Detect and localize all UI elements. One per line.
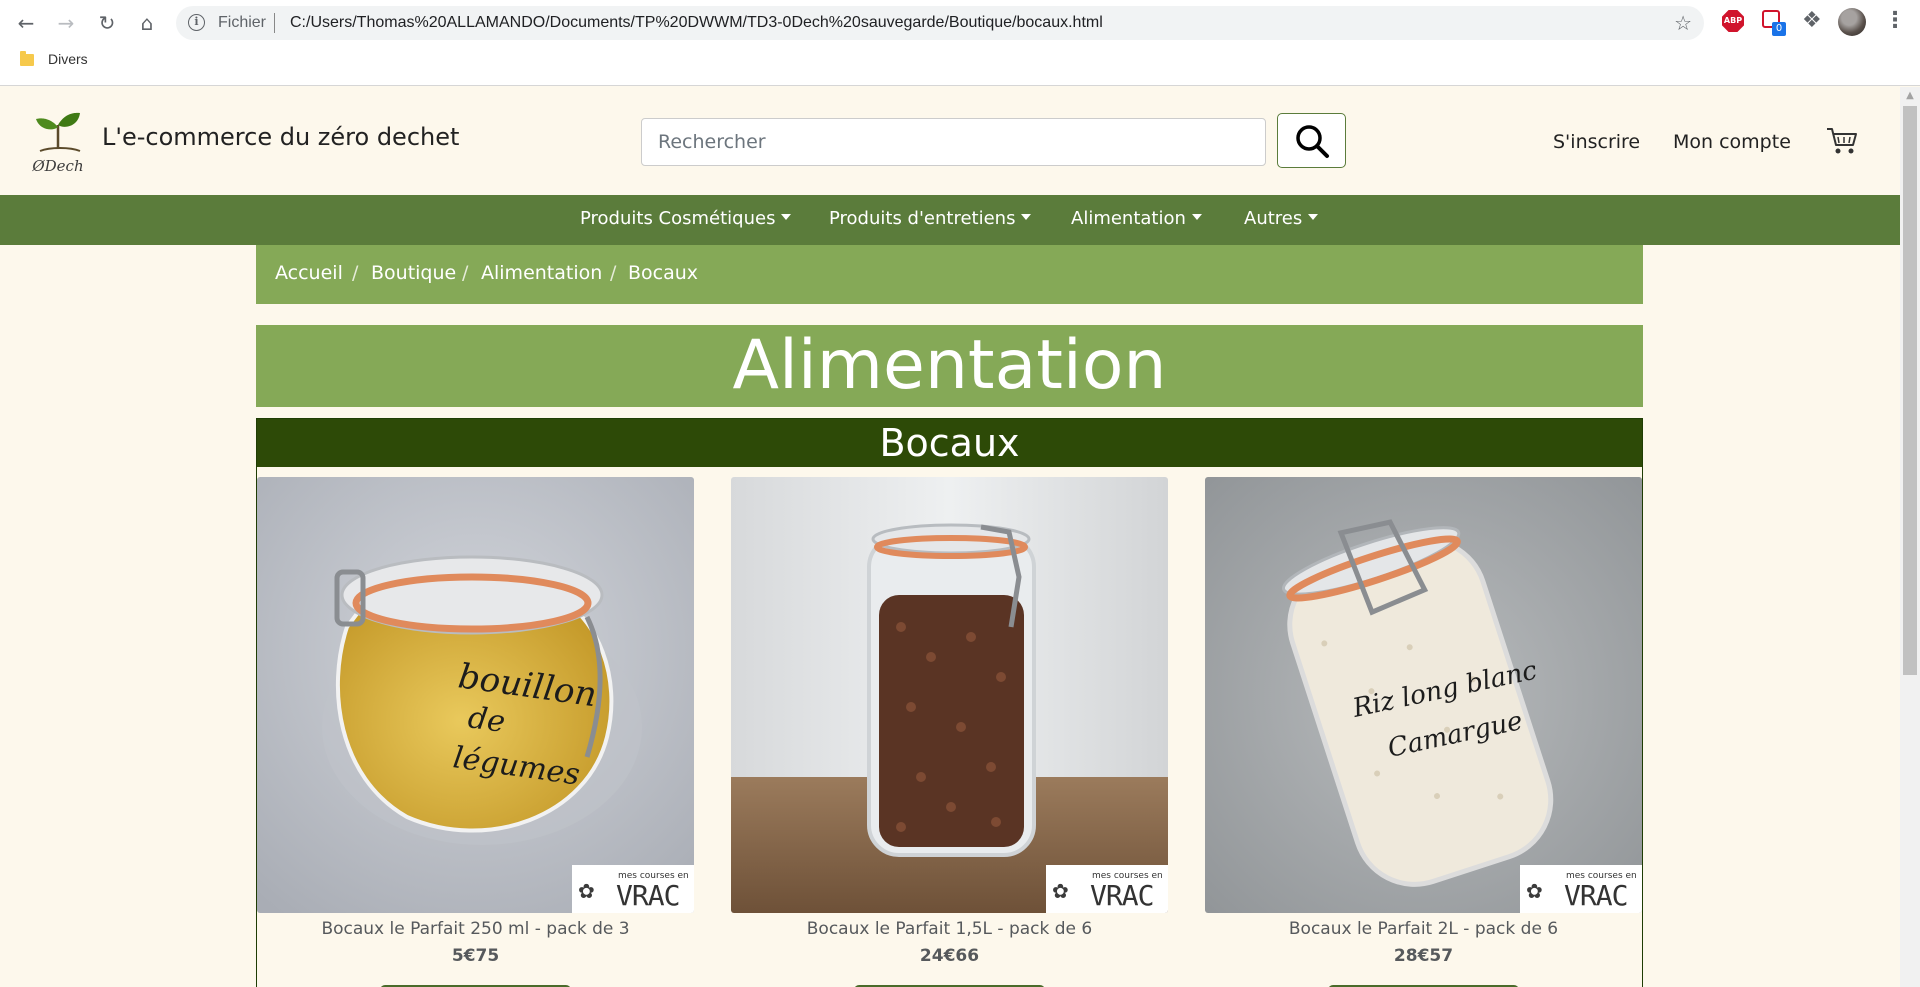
breadcrumb: Accueil / Boutique / Alimentation / Boca… (256, 245, 1643, 304)
profile-avatar[interactable] (1838, 8, 1866, 36)
home-icon[interactable]: ⌂ (133, 9, 161, 37)
browser-toolbar: ← → ↻ ⌂ i Fichier C:/Users/Thomas%20ALLA… (0, 0, 1920, 86)
menu-kebab-icon[interactable]: ⋮ (1884, 8, 1906, 33)
leaf-icon: ✿ (578, 879, 595, 903)
search-button[interactable] (1277, 113, 1346, 168)
main-nav: Produits Cosmétiques Produits d'entretie… (0, 195, 1900, 245)
product-name[interactable]: Bocaux le Parfait 2L - pack de 6 (1205, 919, 1642, 939)
chevron-down-icon (781, 214, 792, 220)
breadcrumb-accueil[interactable]: Accueil (275, 262, 343, 284)
extension-badge: 0 (1772, 22, 1786, 36)
breadcrumb-separator: / (352, 262, 359, 284)
site-title[interactable]: L'e-commerce du zéro dechet (102, 123, 459, 151)
nav-autres[interactable]: Autres (1244, 208, 1319, 229)
breadcrumb-separator: / (610, 262, 617, 284)
product-name[interactable]: Bocaux le Parfait 1,5L - pack de 6 (731, 919, 1168, 939)
cart-icon[interactable] (1825, 125, 1859, 157)
svg-text:de: de (466, 700, 507, 740)
scroll-up-icon[interactable]: ▲ (1900, 87, 1920, 105)
breadcrumb-bocaux: Bocaux (628, 262, 699, 284)
search-icon (1296, 125, 1329, 158)
product-price: 28€57 (1393, 946, 1454, 966)
adblock-extension-icon[interactable]: ABP (1722, 10, 1744, 32)
reload-icon[interactable]: ↻ (93, 9, 121, 37)
address-bar[interactable]: i Fichier C:/Users/Thomas%20ALLAMANDO/Do… (176, 6, 1704, 40)
product-card: Riz long blanc Camargue ✿ mes courses en… (1205, 477, 1642, 987)
extension-icon[interactable]: 0 (1762, 10, 1786, 36)
nav-alimentation[interactable]: Alimentation (1071, 208, 1202, 229)
logo-text: ØDech (31, 157, 83, 175)
nav-cosmetiques[interactable]: Produits Cosmétiques (580, 208, 792, 229)
vrac-badge: ✿ mes courses en VRAC (572, 865, 694, 913)
url-text[interactable]: C:/Users/Thomas%20ALLAMANDO/Documents/TP… (290, 14, 1103, 32)
account-link[interactable]: Mon compte (1673, 131, 1791, 153)
scrollbar-thumb[interactable] (1903, 106, 1917, 675)
site-header: ØDech L'e-commerce du zéro dechet Recher… (0, 87, 1900, 195)
page-title: Alimentation (256, 325, 1643, 407)
vrac-badge: ✿ mes courses en VRAC (1520, 865, 1642, 913)
breadcrumb-alimentation[interactable]: Alimentation (481, 262, 602, 284)
product-section: Bocaux bouillon de légumes ✿ mes courses… (256, 418, 1643, 987)
product-name[interactable]: Bocaux le Parfait 250 ml - pack de 3 (257, 919, 694, 939)
section-title: Bocaux (257, 419, 1642, 467)
leaf-icon: ✿ (1052, 879, 1069, 903)
leaf-icon: ✿ (1526, 879, 1543, 903)
product-price: 5€75 (451, 946, 500, 966)
extensions-puzzle-icon[interactable]: ❖ (1802, 8, 1822, 33)
web-page: ØDech L'e-commerce du zéro dechet Recher… (0, 87, 1900, 987)
chevron-down-icon (1308, 214, 1319, 220)
nav-entretiens[interactable]: Produits d'entretiens (829, 208, 1032, 229)
product-image[interactable]: bouillon de légumes ✿ mes courses en VRA… (257, 477, 694, 913)
product-card: bouillon de légumes ✿ mes courses en VRA… (257, 477, 694, 987)
page-scrollbar[interactable]: ▲ (1900, 87, 1920, 987)
product-image[interactable]: ✿ mes courses en VRAC (731, 477, 1168, 913)
product-price: 24€66 (919, 946, 980, 966)
chevron-down-icon (1191, 214, 1202, 220)
folder-icon (20, 51, 34, 66)
url-separator (274, 13, 275, 33)
back-icon[interactable]: ← (12, 9, 40, 37)
site-logo[interactable]: ØDech (26, 105, 90, 177)
breadcrumb-separator: / (462, 262, 469, 284)
search-input[interactable]: Rechercher (641, 118, 1266, 166)
info-icon[interactable]: i (188, 14, 205, 31)
forward-icon[interactable]: → (52, 9, 80, 37)
url-scheme: Fichier (218, 14, 267, 31)
breadcrumb-boutique[interactable]: Boutique (371, 262, 456, 284)
product-card: ✿ mes courses en VRAC Bocaux le Parfait … (731, 477, 1168, 987)
signup-link[interactable]: S'inscrire (1553, 131, 1640, 153)
chevron-down-icon (1021, 214, 1032, 220)
bookmark-divers[interactable]: Divers (48, 51, 88, 67)
bookmark-star-icon[interactable]: ☆ (1674, 11, 1692, 35)
product-image[interactable]: Riz long blanc Camargue ✿ mes courses en… (1205, 477, 1642, 913)
vrac-badge: ✿ mes courses en VRAC (1046, 865, 1168, 913)
